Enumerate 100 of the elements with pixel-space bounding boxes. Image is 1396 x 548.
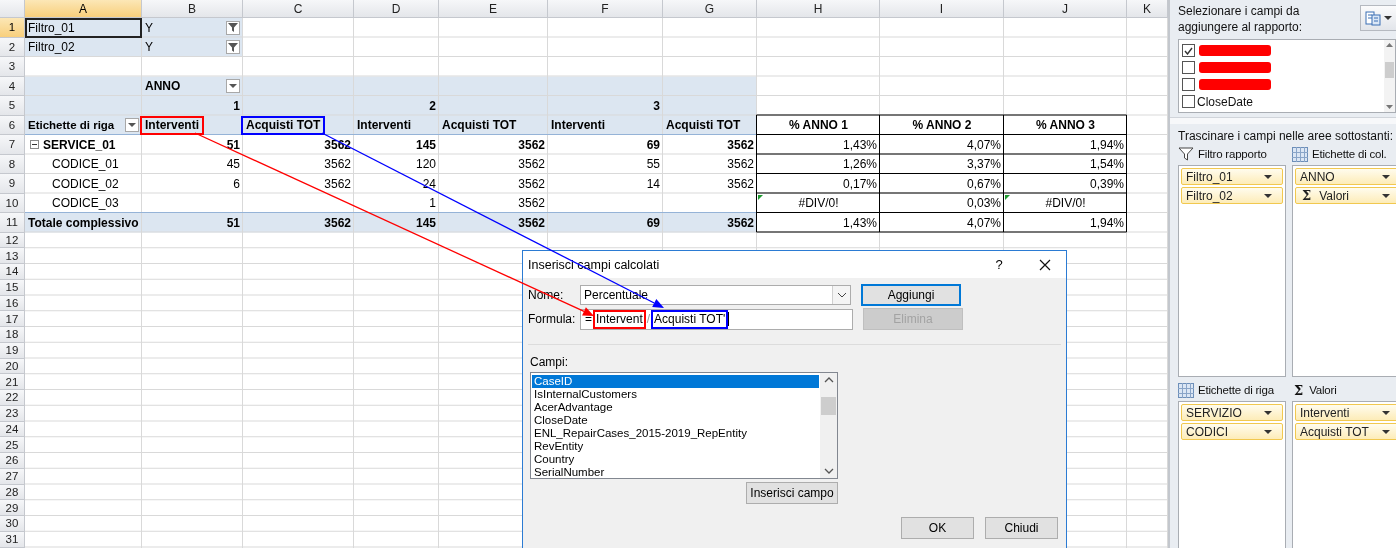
- list-item[interactable]: CloseDate: [532, 414, 819, 427]
- sheet-cell: Acquisti TOT: [241, 115, 326, 135]
- layout-button[interactable]: [1360, 5, 1396, 31]
- column-header[interactable]: G: [663, 0, 757, 18]
- scrollbar[interactable]: [1384, 40, 1395, 112]
- row-header[interactable]: 30: [0, 516, 25, 532]
- sheet-cell: ANNO: [145, 79, 181, 94]
- field-chip[interactable]: CODICI: [1181, 423, 1283, 440]
- row-header[interactable]: 1: [0, 18, 25, 38]
- column-header[interactable]: C: [243, 0, 354, 18]
- active-cell[interactable]: Filtro_01: [25, 18, 142, 38]
- redaction-mark: [1199, 79, 1271, 90]
- field-chip[interactable]: SERVIZIO: [1181, 404, 1283, 421]
- caret-icon: [1382, 410, 1390, 415]
- sheet-cell-text: CODICE_01: [51, 157, 119, 172]
- dropdown-button[interactable]: [125, 118, 139, 133]
- sigma-symbol: Σ: [1293, 382, 1305, 398]
- grid-icon: [1178, 382, 1194, 398]
- sheet-cell: SERVICE_01: [43, 137, 116, 152]
- filter-button[interactable]: [226, 40, 240, 55]
- sheet-cell: 1,43%: [842, 215, 877, 230]
- row-header[interactable]: 9: [0, 174, 25, 194]
- row-header[interactable]: 26: [0, 453, 25, 469]
- drop-area[interactable]: Interventi Acquisti TOT: [1292, 401, 1396, 548]
- column-header[interactable]: I: [880, 0, 1004, 18]
- list-item[interactable]: ENL_RepairCases_2015-2019_RepEntity: [532, 427, 819, 440]
- chevron-icon[interactable]: [836, 292, 847, 298]
- sheet-cell: 3562: [324, 157, 351, 172]
- row-header[interactable]: 7: [0, 135, 25, 155]
- field-chip[interactable]: Filtro_02: [1181, 187, 1283, 204]
- row-header[interactable]: 14: [0, 264, 25, 280]
- scroll-thumb[interactable]: [1385, 62, 1394, 78]
- field-list[interactable]: CaseID IsInternalCustomers AcerAdvantage CloseDate ENL_RepairCases_2015-2019_RepEntity RevEntity Country SerialNumber: [530, 372, 838, 479]
- dialog-button[interactable]: Aggiungi: [861, 284, 961, 306]
- scrollbar[interactable]: [820, 373, 837, 478]
- insert-field-button[interactable]: Inserisci campo: [746, 482, 838, 504]
- list-item[interactable]: AcerAdvantage: [532, 401, 819, 414]
- list-item[interactable]: SerialNumber: [532, 466, 819, 478]
- dialog-button[interactable]: Chiudi: [985, 517, 1058, 539]
- sheet-cell: 0,67%: [966, 176, 1001, 191]
- column-header[interactable]: E: [439, 0, 548, 18]
- sheet-cell: 3562: [518, 176, 545, 191]
- row-header[interactable]: 18: [0, 327, 25, 343]
- collapse-icon[interactable]: [30, 140, 39, 150]
- list-item[interactable]: Country: [532, 453, 819, 466]
- drop-area[interactable]: Filtro_01 Filtro_02: [1178, 165, 1286, 377]
- row-header[interactable]: 21: [0, 374, 25, 390]
- field-chip[interactable]: Acquisti TOT: [1295, 423, 1396, 440]
- column-header[interactable]: D: [354, 0, 439, 18]
- drop-area[interactable]: SERVIZIO CODICI: [1178, 401, 1286, 548]
- formula-field[interactable]: = Intervent / Acquisti TOT': [580, 308, 853, 330]
- list-item[interactable]: CaseID: [532, 375, 819, 388]
- sheet-cell: 1: [429, 196, 436, 211]
- sheet-cell: 4,07%: [966, 137, 1001, 152]
- field-name[interactable]: CloseDate: [1197, 94, 1254, 109]
- sheet-cell: 3562: [727, 137, 754, 152]
- row-header[interactable]: 25: [0, 437, 25, 453]
- dropdown-button[interactable]: [226, 79, 240, 94]
- sheet-cell: 1,94%: [1089, 137, 1124, 152]
- column-header[interactable]: A: [25, 0, 142, 18]
- column-header[interactable]: H: [757, 0, 880, 18]
- row-header[interactable]: 3: [0, 57, 25, 77]
- grid-icon: [1292, 146, 1308, 162]
- row-header[interactable]: 5: [0, 96, 25, 116]
- checkbox[interactable]: [1182, 61, 1195, 74]
- field-chip[interactable]: ANNO: [1295, 168, 1396, 185]
- scroll-down-icon[interactable]: [1386, 105, 1393, 109]
- sheet-cell: 120: [415, 157, 436, 172]
- sheet-cell: 51: [226, 215, 240, 230]
- column-header[interactable]: J: [1004, 0, 1127, 18]
- checkbox[interactable]: [1182, 95, 1195, 108]
- column-header[interactable]: K: [1127, 0, 1168, 18]
- close-icon[interactable]: [1039, 258, 1051, 271]
- field-chip[interactable]: Interventi: [1295, 404, 1396, 421]
- row-header[interactable]: 22: [0, 390, 25, 406]
- drop-area[interactable]: ANNO Σ Valori: [1292, 165, 1396, 377]
- scroll-up-icon[interactable]: [1386, 43, 1393, 47]
- caret-icon: [1264, 410, 1272, 415]
- column-header[interactable]: F: [548, 0, 663, 18]
- checkbox[interactable]: [1182, 78, 1195, 91]
- scroll-thumb[interactable]: [821, 396, 836, 415]
- sheet-cell: 3562: [518, 157, 545, 172]
- list-item[interactable]: RevEntity: [532, 440, 819, 453]
- checkbox[interactable]: [1182, 44, 1195, 57]
- chevron-down-icon[interactable]: [823, 468, 834, 474]
- sheet-cell: 3562: [727, 157, 754, 172]
- chevron-up-icon[interactable]: [823, 377, 834, 383]
- sheet-cell: 45: [226, 157, 240, 172]
- dialog-button[interactable]: OK: [901, 517, 974, 539]
- area-title: Etichette di col.: [1312, 148, 1387, 160]
- help-button[interactable]: ?: [974, 257, 1024, 272]
- list-item[interactable]: IsInternalCustomers: [532, 388, 819, 401]
- field-chip[interactable]: Σ Valori: [1295, 187, 1396, 204]
- drag-hint: Trascinare i campi nelle aree sottostanti:: [1178, 129, 1393, 143]
- row-header[interactable]: 29: [0, 500, 25, 516]
- row-header[interactable]: 13: [0, 248, 25, 264]
- row-header[interactable]: 11: [0, 213, 25, 233]
- column-header[interactable]: B: [142, 0, 243, 18]
- row-header[interactable]: 17: [0, 311, 25, 327]
- field-chip[interactable]: Filtro_01: [1181, 168, 1283, 185]
